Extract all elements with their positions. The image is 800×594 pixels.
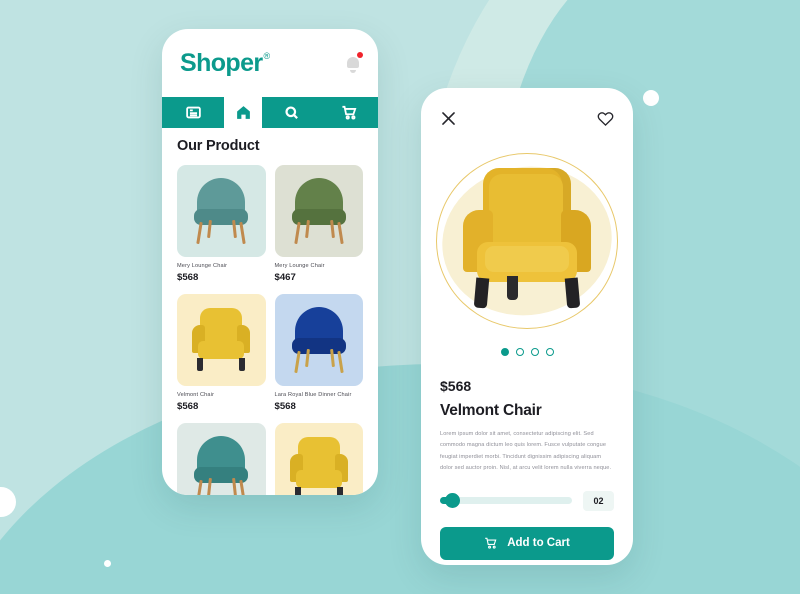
chair-illustration <box>289 307 349 375</box>
product-card-price: $568 <box>177 272 199 283</box>
product-title: Velmont Chair <box>440 402 542 419</box>
nav-item-home[interactable] <box>224 97 262 128</box>
decorative-dot-small <box>104 560 111 567</box>
app-logo: Shoper® <box>180 48 271 78</box>
product-thumbnail <box>177 423 266 495</box>
nav-item-news[interactable] <box>162 97 224 128</box>
product-card-price: $568 <box>177 401 199 412</box>
product-card[interactable]: Mery Lounge Chair $568 <box>177 165 266 283</box>
bottom-nav-bar <box>162 97 378 128</box>
product-card-price: $568 <box>274 401 296 412</box>
pagination-dot[interactable] <box>530 348 539 356</box>
close-icon[interactable] <box>439 109 458 128</box>
home-icon <box>236 106 250 119</box>
product-detail-body: $568 Velmont Chair Lorem ipsum dolor sit… <box>421 356 633 560</box>
image-pagination-dots[interactable] <box>421 348 633 356</box>
decorative-dot-large <box>643 90 659 106</box>
app-header: Shoper® <box>162 29 378 97</box>
product-thumbnail <box>274 165 363 257</box>
product-thumbnail <box>274 294 363 386</box>
product-card[interactable] <box>274 423 363 495</box>
product-hero-image <box>421 136 633 346</box>
page-title: Our Product <box>177 138 260 154</box>
notifications-button[interactable] <box>344 52 363 73</box>
product-card[interactable]: Lara Royal Blue Dinner Chair $568 <box>274 294 363 412</box>
chair-illustration <box>191 436 251 495</box>
nav-group-search-cart <box>262 97 378 128</box>
product-card[interactable]: Mery Lounge Chair $467 <box>274 165 363 283</box>
search-icon <box>283 104 300 121</box>
product-list-body: Our Product Mery Lounge Chair $568 Mery Lo… <box>162 138 378 495</box>
pagination-dot[interactable] <box>545 348 554 356</box>
product-description: Lorem ipsum dolor sit amet, consectetur … <box>440 431 612 472</box>
product-thumbnail <box>274 423 363 495</box>
add-to-cart-button[interactable]: Add to Cart <box>440 526 614 560</box>
product-card[interactable]: Velmont Chair $568 <box>177 294 266 412</box>
chair-illustration <box>288 437 350 495</box>
velmont-chair-image <box>461 166 593 316</box>
product-price: $568 <box>440 378 472 394</box>
quantity-value[interactable]: 02 <box>583 490 614 511</box>
cart-icon <box>485 538 497 549</box>
cart-icon <box>341 104 358 121</box>
product-thumbnail <box>177 294 266 386</box>
product-thumbnail <box>177 165 266 257</box>
nav-item-cart[interactable] <box>341 104 358 121</box>
chair-illustration <box>191 178 251 246</box>
phone-screen-product-detail: $568 Velmont Chair Lorem ipsum dolor sit… <box>421 88 633 565</box>
product-grid: Mery Lounge Chair $568 Mery Lounge Chair $4… <box>177 165 363 495</box>
notification-badge-dot <box>357 52 363 58</box>
product-card-name: Mery Lounge Chair <box>274 263 325 269</box>
product-card-name: Mery Lounge Chair <box>177 263 228 269</box>
chair-illustration <box>190 308 252 374</box>
quantity-slider[interactable] <box>440 493 572 509</box>
phone-screen-product-list: Shoper® Our Product Mery Lounge Chair $5… <box>162 29 378 495</box>
heart-icon[interactable] <box>596 109 615 128</box>
pagination-dot[interactable] <box>515 348 524 356</box>
chair-illustration <box>289 178 349 246</box>
product-card-name: Lara Royal Blue Dinner Chair <box>274 392 352 398</box>
slider-knob[interactable] <box>445 493 460 509</box>
bell-icon <box>346 56 360 73</box>
detail-header <box>421 88 633 134</box>
logo-text: Shoper <box>180 48 263 77</box>
add-to-cart-label: Add to Cart <box>507 537 570 550</box>
product-card[interactable] <box>177 423 266 495</box>
registered-mark: ® <box>263 50 271 61</box>
design-canvas: Shoper® Our Product Mery Lounge Chair $5… <box>0 0 800 594</box>
nav-item-search[interactable] <box>283 104 300 121</box>
pagination-dot[interactable] <box>500 348 509 356</box>
news-list-icon <box>185 104 202 121</box>
product-card-name: Velmont Chair <box>177 392 215 398</box>
product-card-price: $467 <box>274 272 296 283</box>
decorative-dot-left <box>0 487 16 517</box>
quantity-row: 02 <box>440 490 614 511</box>
